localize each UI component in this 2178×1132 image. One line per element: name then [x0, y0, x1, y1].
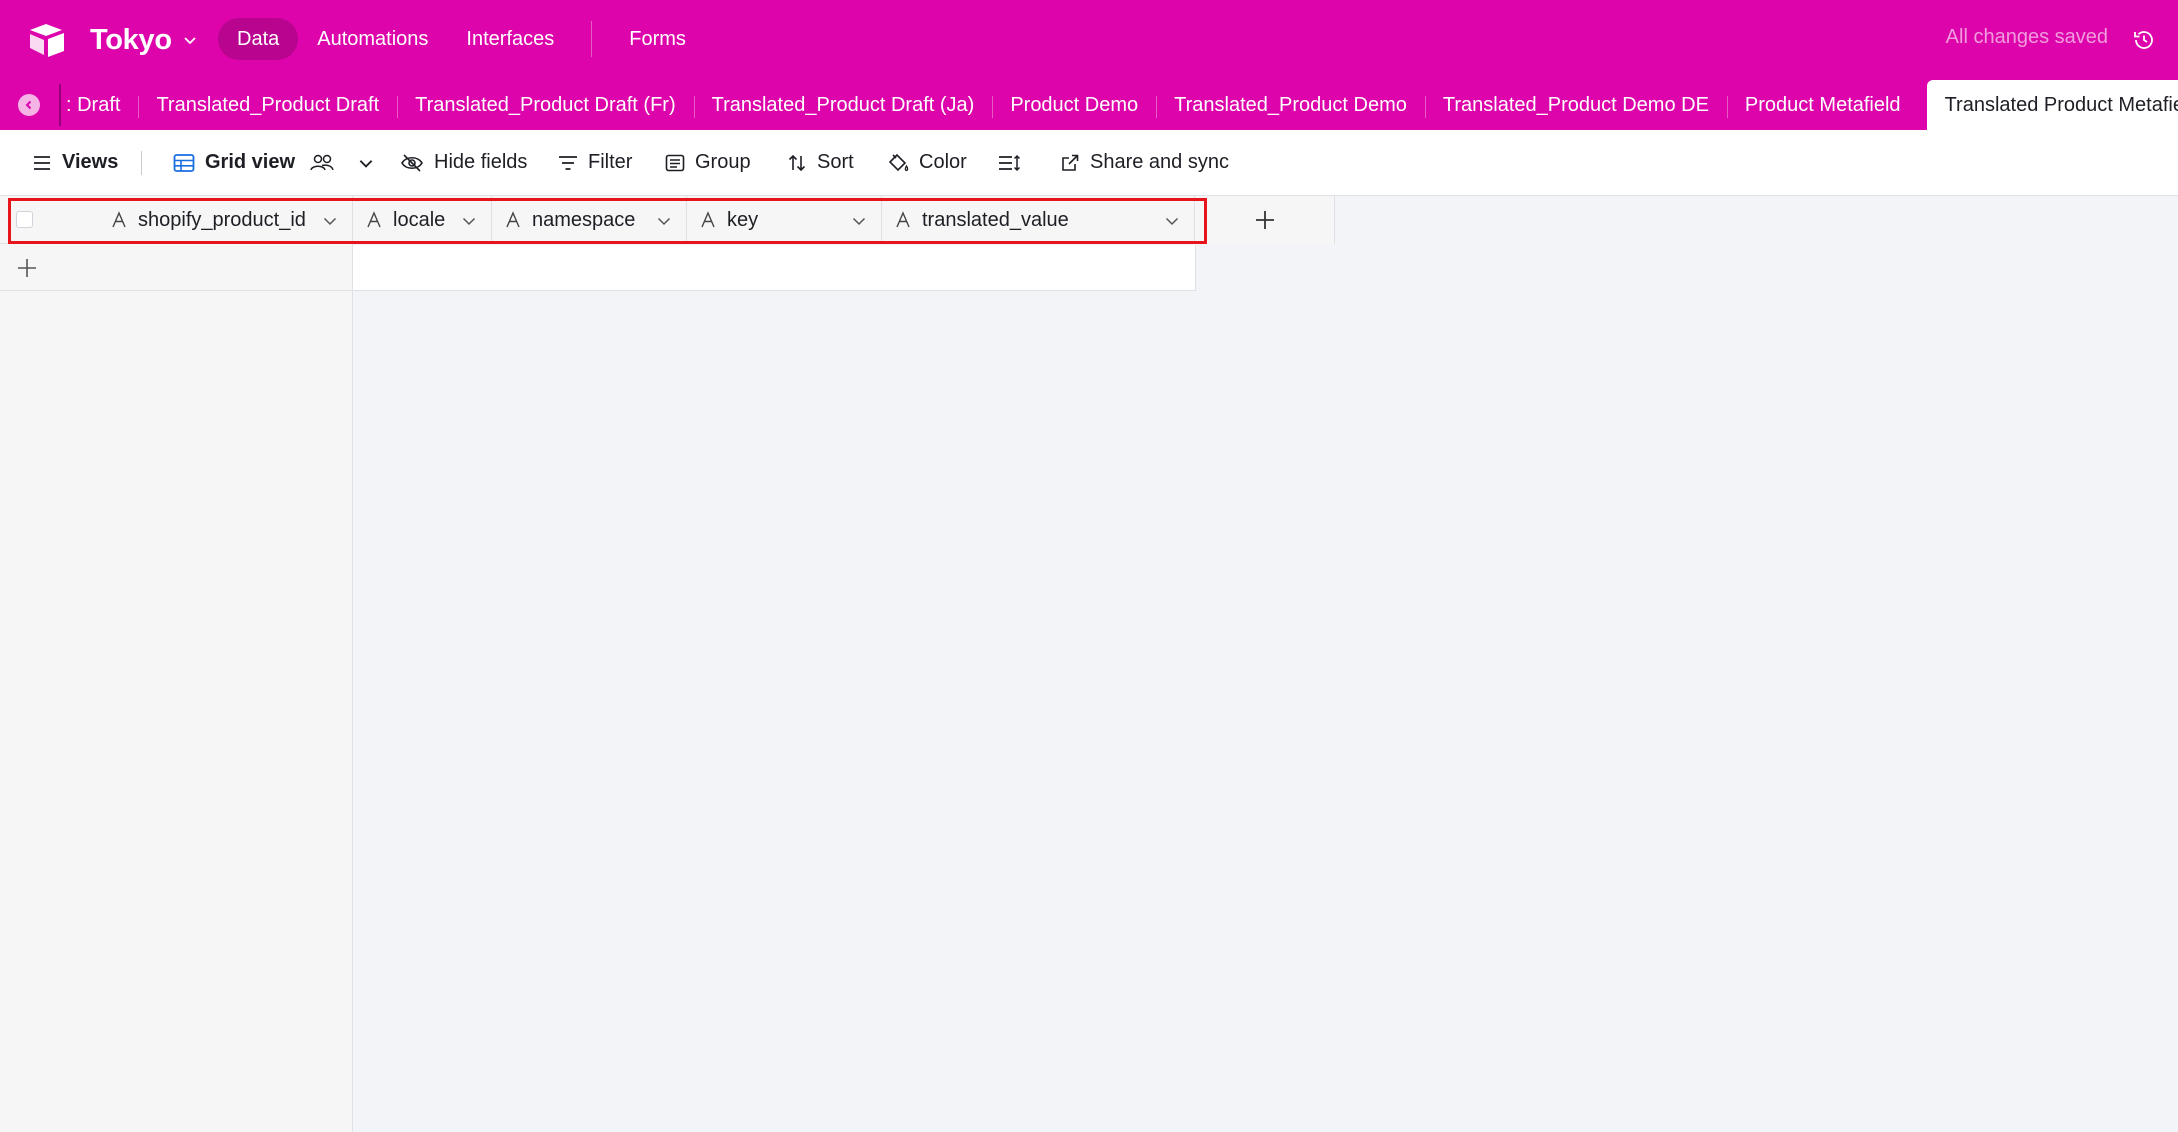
column-header-shopify-product-id[interactable]: shopify_product_id: [0, 196, 353, 244]
table-tab-label: Translated Product Metafield: [1944, 93, 2178, 116]
chevron-down-icon[interactable]: [1164, 213, 1180, 229]
filter-icon: [559, 155, 577, 170]
table-tab[interactable]: Translated_Product Draft (Fr): [397, 80, 693, 130]
text-field-icon: [112, 211, 126, 228]
views-button[interactable]: Views: [20, 143, 130, 183]
external-link-icon: [1062, 154, 1079, 171]
grid-view-label: Grid view: [205, 151, 296, 173]
select-all-checkbox[interactable]: [16, 211, 33, 228]
table-tab[interactable]: Translated_Product Demo: [1156, 80, 1425, 130]
add-record-row[interactable]: [353, 245, 1196, 291]
app-top-bar: Tokyo Data Automations Interfaces Forms …: [0, 0, 2178, 80]
chevron-down-icon: [359, 159, 373, 168]
filter-label: Filter: [588, 151, 633, 173]
table-tabs-bar: : Draft Translated_Product Draft Transla…: [0, 80, 2178, 130]
share-and-sync-button[interactable]: Share and sync: [1048, 143, 1241, 183]
chevron-left-icon: [25, 100, 32, 110]
table-tab[interactable]: Translated_Product Demo DE: [1424, 80, 1727, 130]
column-name: key: [727, 208, 759, 231]
base-name-menu[interactable]: Tokyo: [90, 20, 198, 60]
group-label: Group: [695, 151, 751, 173]
base-name: Tokyo: [90, 23, 172, 56]
row-height-button[interactable]: [986, 143, 1044, 183]
grid-view-icon: [173, 153, 195, 172]
table-tabs: : Draft Translated_Product Draft Transla…: [62, 80, 2178, 130]
add-record-button[interactable]: [0, 245, 353, 291]
eye-off-icon: [401, 153, 423, 172]
column-name: shopify_product_id: [138, 208, 306, 231]
table-tab-active[interactable]: Translated Product Metafield: [1926, 80, 2178, 130]
save-status: All changes saved: [1945, 26, 2108, 48]
hide-fields-label: Hide fields: [434, 151, 528, 173]
chevron-down-icon[interactable]: [461, 213, 477, 229]
grid-header-row: shopify_product_id locale namespace key …: [0, 196, 1335, 244]
column-header-translated-value[interactable]: translated_value: [882, 196, 1195, 244]
column-header-namespace[interactable]: namespace: [492, 196, 687, 244]
paint-bucket-icon: [888, 153, 909, 171]
add-field-button[interactable]: [1195, 196, 1335, 244]
sort-icon: [788, 154, 806, 171]
history-icon[interactable]: [2132, 28, 2156, 52]
chevron-down-icon[interactable]: [656, 213, 672, 229]
column-name: namespace: [532, 208, 636, 231]
nav-automations[interactable]: Automations: [298, 18, 447, 60]
airtable-logo-icon[interactable]: [28, 22, 68, 58]
sort-button[interactable]: Sort: [775, 143, 866, 183]
views-label: Views: [62, 151, 119, 173]
table-tab[interactable]: Product Demo: [992, 80, 1156, 130]
plus-icon: [18, 258, 36, 277]
view-toolbar: Views Grid view Hide fields Filter Group…: [0, 130, 2178, 196]
menu-icon: [34, 155, 50, 170]
column-header-locale[interactable]: locale: [353, 196, 492, 244]
chevron-down-icon: [184, 37, 196, 45]
top-navigation: Data Automations Interfaces Forms: [218, 18, 705, 60]
collaborators-icon: [310, 154, 334, 170]
nav-forms[interactable]: Forms: [610, 18, 705, 60]
column-name: translated_value: [922, 208, 1069, 231]
grid-primary-pane: [0, 196, 353, 1132]
table-tab[interactable]: : Draft: [62, 80, 138, 130]
nav-interfaces[interactable]: Interfaces: [447, 18, 573, 60]
grid-view-button[interactable]: Grid view: [161, 143, 397, 183]
hide-fields-button[interactable]: Hide fields: [388, 143, 539, 183]
group-button[interactable]: Group: [653, 143, 763, 183]
column-header-key[interactable]: key: [687, 196, 882, 244]
nav-data[interactable]: Data: [218, 18, 299, 60]
table-tab[interactable]: Translated_Product Draft: [138, 80, 397, 130]
text-field-icon: [896, 211, 910, 228]
group-icon: [665, 154, 685, 171]
column-name: locale: [393, 208, 446, 231]
color-label: Color: [919, 151, 967, 173]
scroll-tabs-left-button[interactable]: [18, 94, 40, 116]
table-tab[interactable]: Product Metafield: [1726, 80, 1919, 130]
share-and-sync-label: Share and sync: [1090, 151, 1229, 173]
chevron-down-icon[interactable]: [322, 213, 338, 229]
plus-icon: [1255, 211, 1274, 229]
text-field-icon: [506, 211, 520, 228]
table-tab[interactable]: Translated_Product Draft (Ja): [693, 80, 993, 130]
filter-button[interactable]: Filter: [546, 143, 644, 183]
toolbar-divider: [141, 151, 142, 175]
tabs-scroll-edge: [59, 84, 61, 126]
color-button[interactable]: Color: [875, 143, 979, 183]
sort-label: Sort: [817, 151, 854, 173]
text-field-icon: [367, 211, 381, 228]
row-height-icon: [999, 154, 1021, 171]
chevron-down-icon[interactable]: [851, 213, 867, 229]
nav-divider: [591, 21, 593, 57]
text-field-icon: [701, 211, 715, 228]
